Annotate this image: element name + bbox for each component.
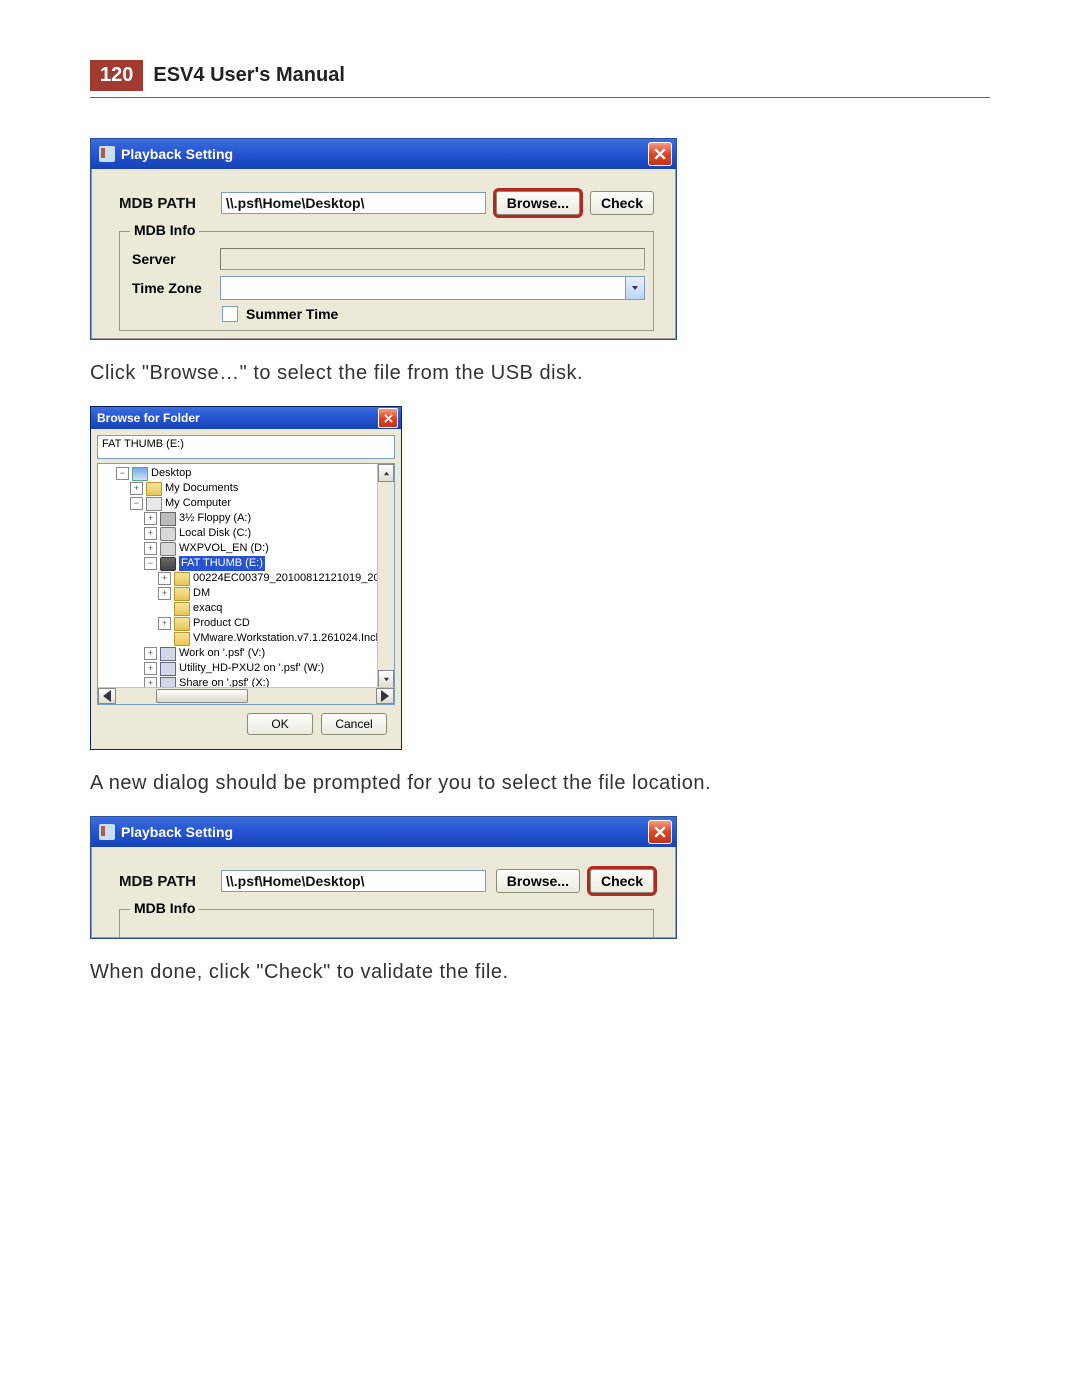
mdb-info-legend: MDB Info xyxy=(130,900,199,916)
titlebar[interactable]: Browse for Folder xyxy=(91,407,401,429)
folder-icon xyxy=(146,482,162,496)
mdb-info-group: MDB Info Server Time Zone S xyxy=(119,231,654,331)
folder-tree[interactable]: −Desktop +My Documents −My Computer +3½ … xyxy=(97,463,395,705)
titlebar[interactable]: Playback Setting xyxy=(91,817,676,847)
browse-folder-dialog: Browse for Folder FAT THUMB (E:) −Deskto… xyxy=(90,406,402,750)
window-title: Playback Setting xyxy=(121,146,233,162)
browse-button[interactable]: Browse... xyxy=(496,869,580,893)
window-title: Playback Setting xyxy=(121,824,233,840)
tree-item[interactable]: +00224EC00379_20100812121019_20100809 xyxy=(102,571,394,586)
mdb-path-label: MDB PATH xyxy=(119,873,211,890)
computer-icon xyxy=(146,497,162,511)
folder-icon xyxy=(174,602,190,616)
header-rule xyxy=(90,97,990,98)
tree-item[interactable]: exacq xyxy=(102,601,394,616)
tree-item[interactable]: −Desktop xyxy=(102,466,394,481)
playback-setting-dialog-2: Playback Setting MDB PATH Browse... Chec… xyxy=(90,816,677,939)
cancel-button[interactable]: Cancel xyxy=(321,713,387,735)
mdb-info-legend: MDB Info xyxy=(130,222,199,238)
chevron-down-icon xyxy=(383,676,390,683)
app-icon xyxy=(99,824,115,840)
vertical-scrollbar[interactable] xyxy=(377,464,394,688)
titlebar[interactable]: Playback Setting xyxy=(91,139,676,169)
tree-item[interactable]: +DM xyxy=(102,586,394,601)
desktop-icon xyxy=(132,467,148,481)
folder-icon xyxy=(174,587,190,601)
tree-item[interactable]: +Utility_HD-PXU2 on '.psf' (W:) xyxy=(102,661,394,676)
summer-time-label: Summer Time xyxy=(246,306,338,322)
server-label: Server xyxy=(132,251,212,267)
server-field xyxy=(220,248,645,270)
tree-item[interactable]: +3½ Floppy (A:) xyxy=(102,511,394,526)
disk-icon xyxy=(160,542,176,556)
instruction-1: Click "Browse…" to select the file from … xyxy=(90,358,990,388)
timezone-label: Time Zone xyxy=(132,280,212,296)
selected-path-display: FAT THUMB (E:) xyxy=(97,435,395,459)
close-icon xyxy=(384,414,393,423)
mdb-path-input[interactable] xyxy=(221,192,486,214)
tree-item[interactable]: −FAT THUMB (E:) xyxy=(102,556,394,571)
playback-setting-dialog-1: Playback Setting MDB PATH Browse... Chec… xyxy=(90,138,677,340)
horizontal-scrollbar[interactable] xyxy=(98,687,394,704)
tree-item[interactable]: +Work on '.psf' (V:) xyxy=(102,646,394,661)
scroll-left-button[interactable] xyxy=(98,688,116,704)
tree-item[interactable]: +Local Disk (C:) xyxy=(102,526,394,541)
check-button[interactable]: Check xyxy=(590,191,654,215)
tree-item[interactable]: +Product CD xyxy=(102,616,394,631)
browse-button[interactable]: Browse... xyxy=(496,191,580,215)
folder-icon xyxy=(174,617,190,631)
manual-title: ESV4 User's Manual xyxy=(143,60,355,91)
combo-dropdown-button[interactable] xyxy=(625,277,644,299)
instruction-2: A new dialog should be prompted for you … xyxy=(90,768,990,798)
drive-icon xyxy=(160,557,176,571)
page-number: 120 xyxy=(90,60,143,91)
scroll-thumb[interactable] xyxy=(156,689,248,703)
timezone-combo[interactable] xyxy=(220,276,645,300)
tree-item[interactable]: +My Documents xyxy=(102,481,394,496)
chevron-down-icon xyxy=(631,284,639,292)
network-drive-icon xyxy=(160,647,176,661)
chevron-left-icon xyxy=(99,688,115,704)
folder-icon xyxy=(174,632,190,646)
tree-item[interactable]: −My Computer xyxy=(102,496,394,511)
close-icon xyxy=(654,826,666,838)
window-title: Browse for Folder xyxy=(97,411,200,425)
disk-icon xyxy=(160,527,176,541)
scroll-up-button[interactable] xyxy=(378,464,394,482)
mdb-path-input[interactable] xyxy=(221,870,486,892)
check-button[interactable]: Check xyxy=(590,869,654,893)
folder-icon xyxy=(174,572,190,586)
instruction-3: When done, click "Check" to validate the… xyxy=(90,957,990,987)
summer-time-checkbox[interactable] xyxy=(222,306,238,322)
ok-button[interactable]: OK xyxy=(247,713,313,735)
close-icon xyxy=(654,148,666,160)
floppy-icon xyxy=(160,512,176,526)
tree-item[interactable]: VMware.Workstation.v7.1.261024.Incl.Keym xyxy=(102,631,394,646)
close-button[interactable] xyxy=(378,408,398,428)
tree-item[interactable]: +WXPVOL_EN (D:) xyxy=(102,541,394,556)
chevron-right-icon xyxy=(377,688,393,704)
close-button[interactable] xyxy=(648,820,672,844)
page-header: 120 ESV4 User's Manual xyxy=(90,60,990,91)
scroll-down-button[interactable] xyxy=(378,670,394,688)
chevron-up-icon xyxy=(383,470,390,477)
app-icon xyxy=(99,146,115,162)
mdb-path-label: MDB PATH xyxy=(119,195,211,212)
mdb-info-group: MDB Info xyxy=(119,909,654,938)
close-button[interactable] xyxy=(648,142,672,166)
network-drive-icon xyxy=(160,662,176,676)
scroll-right-button[interactable] xyxy=(376,688,394,704)
